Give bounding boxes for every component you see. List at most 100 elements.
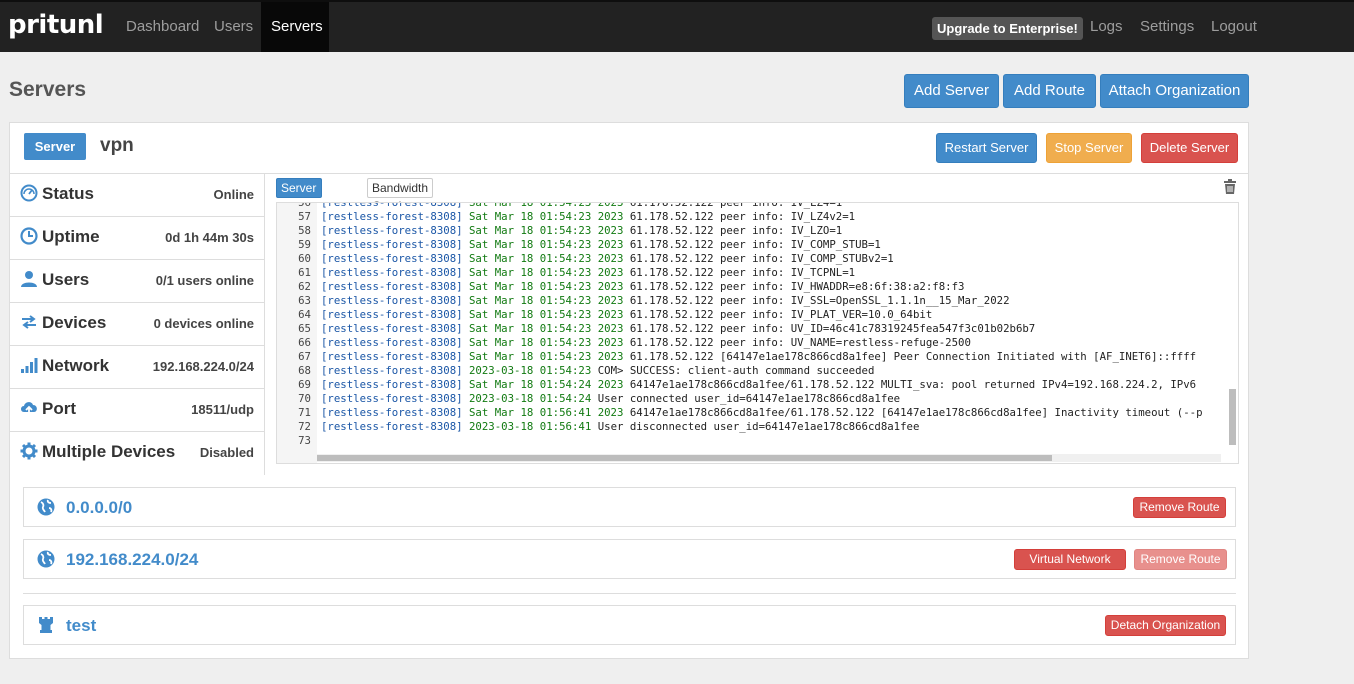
log-source: [restless-forest-8308]	[321, 224, 463, 237]
nav-settings[interactable]: Settings	[1130, 2, 1204, 52]
cloud-upload-icon	[21, 402, 37, 416]
server-name[interactable]: vpn	[100, 135, 134, 157]
log-message: User disconnected user_id=64147e1ae178c8…	[597, 420, 920, 433]
stop-server-button[interactable]: Stop Server	[1046, 133, 1132, 163]
log-line: 67 [restless-forest-8308] Sat Mar 18 01:5…	[277, 350, 1227, 364]
add-server-button[interactable]: Add Server	[904, 74, 999, 108]
divider	[23, 593, 1236, 594]
log-source: [restless-forest-8308]	[321, 280, 463, 293]
stat-uptime: Uptime 0d 1h 44m 30s	[10, 217, 264, 260]
server-panel: Server vpn Restart Server Stop Server De…	[9, 122, 1249, 659]
page-title: Servers	[9, 78, 87, 101]
log-source: [restless-forest-8308]	[321, 364, 463, 377]
stat-label: Status	[42, 184, 94, 203]
log-text: [restless-forest-8308] Sat Mar 18 01:54:…	[321, 350, 1196, 364]
globe-icon	[37, 498, 55, 516]
log-line: 65 [restless-forest-8308] Sat Mar 18 01:5…	[277, 322, 1227, 336]
log-timestamp: Sat Mar 18 01:54:23 2023	[469, 252, 624, 265]
signal-icon	[21, 358, 38, 373]
add-route-button[interactable]: Add Route	[1003, 74, 1096, 108]
log-timestamp: Sat Mar 18 01:54:23 2023	[469, 322, 624, 335]
restart-server-button[interactable]: Restart Server	[936, 133, 1037, 163]
line-number: 57	[298, 210, 311, 223]
stat-label: Multiple Devices	[42, 442, 176, 461]
attach-organization-button[interactable]: Attach Organization	[1100, 74, 1249, 108]
route-item: 192.168.224.0/24 Virtual Network Remove …	[23, 539, 1236, 579]
nav-servers[interactable]: Servers	[261, 2, 329, 52]
log-message: 61.178.52.122 peer info: IV_SSL=OpenSSL_…	[629, 294, 1010, 307]
stat-network: Network 192.168.224.0/24	[10, 346, 264, 389]
log-text: [restless-forest-8308] Sat Mar 18 01:54:…	[321, 308, 932, 322]
organization-name: test	[66, 616, 97, 635]
stat-value: 0/1 users online	[155, 273, 254, 288]
virtual-network-button[interactable]: Virtual Network	[1014, 549, 1126, 570]
log-line: 64 [restless-forest-8308] Sat Mar 18 01:5…	[277, 308, 1227, 322]
nav-logs[interactable]: Logs	[1080, 2, 1133, 52]
brand-logo[interactable]: pritunl	[8, 10, 104, 40]
line-number: 60	[298, 252, 311, 265]
log-text: [restless-forest-8308] Sat Mar 18 01:54:…	[321, 336, 971, 350]
log-message: 61.178.52.122 peer info: IV_COMP_STUBv2=…	[629, 252, 894, 265]
log-line: 62 [restless-forest-8308] Sat Mar 18 01:5…	[277, 280, 1227, 294]
log-source: [restless-forest-8308]	[321, 322, 463, 335]
tab-bandwidth-graphs[interactable]: Bandwidth Graphs	[367, 178, 434, 213]
line-number: 62	[298, 280, 311, 293]
log-source: [restless-forest-8308]	[321, 210, 463, 223]
log-text: [restless-forest-8308] Sat Mar 18 01:54:…	[321, 378, 1196, 392]
line-number: 61	[298, 266, 311, 279]
log-source: [restless-forest-8308]	[321, 294, 463, 307]
log-source: [restless-forest-8308]	[321, 350, 463, 363]
remove-route-button[interactable]: Remove Route	[1133, 497, 1226, 518]
log-text: [restless-forest-8308] Sat Mar 18 01:54:…	[321, 202, 843, 210]
log-line: 61 [restless-forest-8308] Sat Mar 18 01:5…	[277, 266, 1227, 280]
server-output-console[interactable]: 56 [restless-forest-8308] Sat Mar 18 01:5…	[276, 202, 1239, 464]
log-line: 66 [restless-forest-8308] Sat Mar 18 01:5…	[277, 336, 1227, 350]
stat-label: Network	[42, 356, 110, 375]
log-text: [restless-forest-8308] 2023-03-18 01:56:…	[321, 420, 919, 434]
delete-server-button[interactable]: Delete Server	[1141, 133, 1238, 163]
log-source: [restless-forest-8308]	[321, 266, 463, 279]
log-message: User connected user_id=64147e1ae178c866c…	[597, 392, 901, 405]
log-timestamp: Sat Mar 18 01:54:23 2023	[469, 210, 624, 223]
log-message: 61.178.52.122 peer info: UV_NAME=restles…	[629, 336, 971, 349]
nav-dashboard[interactable]: Dashboard	[116, 2, 209, 52]
log-text: [restless-forest-8308] Sat Mar 18 01:54:…	[321, 252, 894, 266]
horizontal-scrollbar[interactable]	[317, 455, 1052, 461]
log-message: 61.178.52.122 peer info: IV_LZ4=1	[629, 202, 843, 209]
log-line: 70 [restless-forest-8308] 2023-03-18 01:5…	[277, 392, 1227, 406]
organization-item: test Detach Organization	[23, 605, 1236, 645]
line-number: 67	[298, 350, 311, 363]
remove-route-button[interactable]: Remove Route	[1134, 549, 1227, 570]
route-item: 0.0.0.0/0 Remove Route	[23, 487, 1236, 527]
tab-server-output[interactable]: Server Output	[276, 178, 323, 213]
detach-organization-button[interactable]: Detach Organization	[1105, 615, 1226, 636]
line-number: 68	[298, 364, 311, 377]
trash-icon[interactable]	[1223, 179, 1237, 194]
log-line: 72 [restless-forest-8308] 2023-03-18 01:5…	[277, 420, 1227, 434]
log-timestamp: Sat Mar 18 01:54:24 2023	[469, 378, 624, 391]
log-timestamp: 2023-03-18 01:56:41	[469, 420, 592, 433]
line-number: 71	[298, 406, 311, 419]
nav-users[interactable]: Users	[204, 2, 263, 52]
log-message: 61.178.52.122 [64147e1ae178c866cd8a1fee]…	[629, 350, 1197, 363]
log-message: 61.178.52.122 peer info: IV_HWADDR=e8:6f…	[629, 280, 965, 293]
log-message: 61.178.52.122 peer info: IV_LZ4v2=1	[629, 210, 856, 223]
route-network: 192.168.224.0/24	[66, 550, 199, 569]
log-text: [restless-forest-8308] 2023-03-18 01:54:…	[321, 392, 900, 406]
log-timestamp: 2023-03-18 01:54:23	[469, 364, 592, 377]
log-text: [restless-forest-8308] Sat Mar 18 01:56:…	[321, 406, 1203, 420]
log-timestamp: Sat Mar 18 01:54:23 2023	[469, 280, 624, 293]
vertical-scrollbar[interactable]	[1229, 389, 1236, 445]
upgrade-enterprise-button[interactable]: Upgrade to Enterprise!	[932, 17, 1083, 40]
line-number: 56	[298, 202, 311, 209]
log-text: [restless-forest-8308] Sat Mar 18 01:54:…	[321, 322, 1035, 336]
stat-label: Users	[42, 270, 90, 289]
devices-icon	[22, 315, 36, 329]
log-text: [restless-forest-8308] Sat Mar 18 01:54:…	[321, 224, 842, 238]
nav-logout[interactable]: Logout	[1201, 2, 1267, 52]
log-message: 61.178.52.122 peer info: IV_LZO=1	[629, 224, 843, 237]
log-message: COM> SUCCESS: client-auth command succee…	[597, 364, 875, 377]
stat-value: 0d 1h 44m 30s	[165, 230, 254, 245]
log-timestamp: Sat Mar 18 01:54:23 2023	[469, 350, 624, 363]
